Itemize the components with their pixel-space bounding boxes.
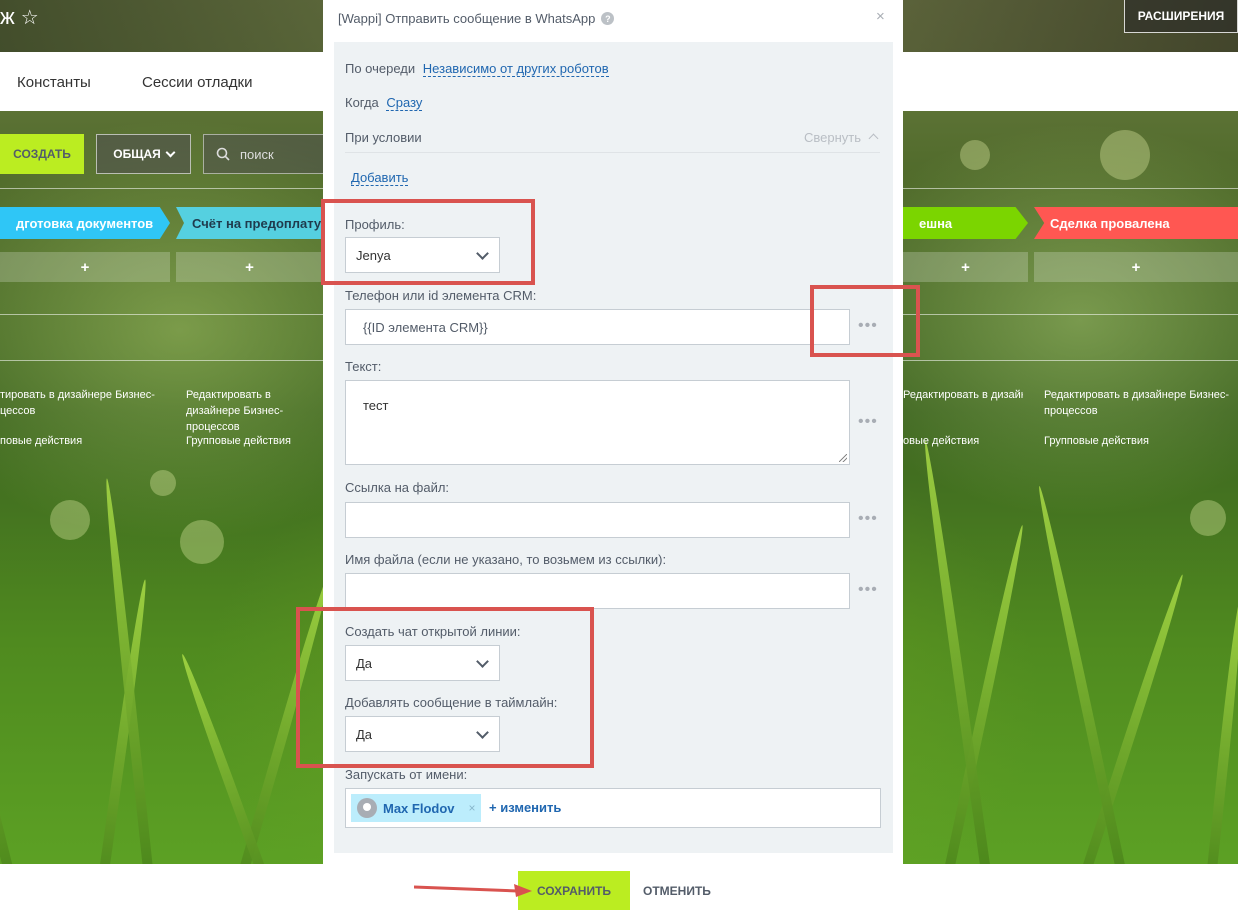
add-robot-button[interactable]: + xyxy=(1034,252,1238,282)
filter-button[interactable]: ОБЩАЯ xyxy=(96,134,191,174)
highlight-options-box xyxy=(296,607,594,768)
collapse-label: Свернуть xyxy=(804,130,862,145)
save-button[interactable]: СОХРАНИТЬ xyxy=(518,871,630,910)
text-label: Текст: xyxy=(345,359,382,374)
chevron-up-icon xyxy=(868,133,879,144)
edit-in-designer-link[interactable]: Редактировать в дизайнере Бизнес- процес… xyxy=(1044,387,1229,419)
file-link-label: Ссылка на файл: xyxy=(345,480,450,495)
help-icon[interactable]: ? xyxy=(601,12,615,25)
divider xyxy=(0,314,323,315)
when-row: Когда Сразу xyxy=(345,95,423,111)
cancel-button[interactable]: ОТМЕНИТЬ xyxy=(643,884,711,898)
page-title-text: ж xyxy=(0,4,15,29)
more-dots-icon[interactable]: ••• xyxy=(858,510,878,528)
file-name-input[interactable] xyxy=(345,573,850,609)
add-condition-wrapper: Добавить xyxy=(351,170,409,186)
dialog-title: [Wappi] Отправить сообщение в WhatsApp ? xyxy=(338,11,615,26)
queue-link[interactable]: Независимо от других роботов xyxy=(422,61,609,77)
bokeh-light xyxy=(50,500,90,540)
add-robot-button[interactable]: + xyxy=(0,252,170,282)
robot-settings-dialog: [Wappi] Отправить сообщение в WhatsApp ?… xyxy=(323,0,903,916)
divider xyxy=(903,188,1238,189)
extensions-button[interactable]: РАСШИРЕНИЯ xyxy=(1124,0,1238,33)
close-icon[interactable]: × xyxy=(469,801,476,815)
file-name-label: Имя файла (если не указано, то возьмем и… xyxy=(345,552,667,567)
nav-item-debug-sessions[interactable]: Сессии отладки xyxy=(142,74,252,91)
highlight-dots-box xyxy=(810,285,920,357)
divider xyxy=(903,314,1238,315)
more-dots-icon[interactable]: ••• xyxy=(858,413,878,431)
grass-blade xyxy=(0,527,30,916)
when-label: Когда xyxy=(345,95,379,110)
create-button[interactable]: СОЗДАТЬ xyxy=(0,134,84,174)
nav-item-constants[interactable]: Константы xyxy=(17,74,91,91)
star-icon[interactable]: ☆ xyxy=(21,5,39,30)
dialog-title-text: [Wappi] Отправить сообщение в WhatsApp xyxy=(338,11,596,26)
filter-label: ОБЩАЯ xyxy=(113,147,161,161)
condition-label: При условии xyxy=(345,130,422,145)
divider xyxy=(903,360,1238,361)
divider xyxy=(0,188,323,189)
group-actions-link[interactable]: Групповые действия xyxy=(186,433,291,449)
user-chip[interactable]: Max Flodov × xyxy=(351,794,481,822)
bokeh-light xyxy=(1100,130,1150,180)
resize-handle-icon[interactable] xyxy=(839,454,847,462)
queue-label: По очереди xyxy=(345,61,416,76)
stage-success[interactable]: ешна xyxy=(903,207,1028,239)
group-actions-link[interactable]: овые действия xyxy=(903,433,979,449)
add-robot-button[interactable]: + xyxy=(903,252,1028,282)
bokeh-light xyxy=(180,520,224,564)
edit-in-designer-link[interactable]: тировать в дизайнере Бизнес- цессов xyxy=(0,387,155,419)
bokeh-light xyxy=(150,470,176,496)
group-actions-link[interactable]: повые действия xyxy=(0,433,82,449)
edit-in-designer-link[interactable]: Редактировать в дизайнере Бизнес- xyxy=(903,387,1023,403)
queue-row: По очереди Независимо от других роботов xyxy=(345,61,609,77)
chevron-down-icon xyxy=(165,147,176,157)
page-title: ж ☆ xyxy=(0,4,39,30)
phone-input[interactable]: {{ID элемента CRM}} xyxy=(345,309,850,345)
file-link-input[interactable] xyxy=(345,502,850,538)
close-icon[interactable]: × xyxy=(876,8,885,25)
search-placeholder: поиск xyxy=(240,146,274,162)
stage-prepayment-invoice[interactable]: Счёт на предоплату xyxy=(176,207,336,239)
divider xyxy=(0,360,323,361)
change-user-link[interactable]: + изменить xyxy=(489,800,561,815)
arrow-icon xyxy=(414,884,532,897)
group-actions-link[interactable]: Групповые действия xyxy=(1044,433,1149,449)
bokeh-light xyxy=(960,140,990,170)
collapse-link[interactable]: Свернуть xyxy=(804,130,879,145)
text-input[interactable]: тест xyxy=(345,380,850,465)
search-input[interactable]: поиск xyxy=(203,134,333,174)
highlight-profile-box xyxy=(321,199,535,285)
run-as-label: Запускать от имени: xyxy=(345,767,468,782)
stage-preparing-documents[interactable]: дготовка документов xyxy=(0,207,170,239)
add-robot-button[interactable]: + xyxy=(176,252,323,282)
run-as-field: Max Flodov × + изменить xyxy=(345,788,881,828)
bokeh-light xyxy=(1190,500,1226,536)
text-value: тест xyxy=(363,398,389,413)
divider xyxy=(345,152,880,153)
avatar xyxy=(357,798,377,818)
search-icon xyxy=(216,147,230,161)
edit-in-designer-link[interactable]: Редактировать в дизайнере Бизнес- процес… xyxy=(186,387,323,435)
more-dots-icon[interactable]: ••• xyxy=(858,581,878,599)
stage-deal-failed[interactable]: Сделка провалена xyxy=(1034,207,1238,239)
user-name: Max Flodov xyxy=(383,800,455,816)
phone-label: Телефон или id элемента CRM: xyxy=(345,288,537,303)
add-condition-link[interactable]: Добавить xyxy=(351,170,409,186)
when-link[interactable]: Сразу xyxy=(386,95,423,111)
